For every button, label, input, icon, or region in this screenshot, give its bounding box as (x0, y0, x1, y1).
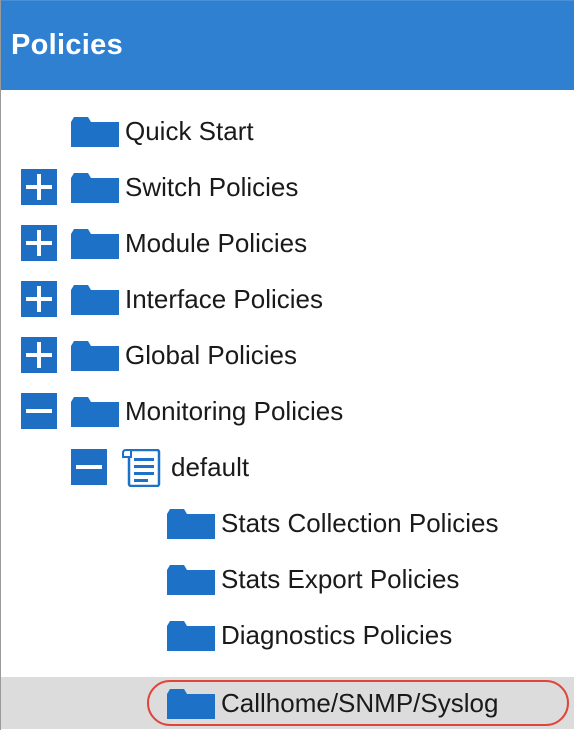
tree-item-monitoring-policies[interactable]: Monitoring Policies (1, 385, 574, 437)
tree-item-interface-policies[interactable]: Interface Policies (1, 273, 574, 325)
tree-item-label: Interface Policies (125, 284, 323, 314)
tree-item-label: Diagnostics Policies (221, 620, 453, 650)
folder-icon (71, 397, 119, 427)
tree-item-label: Quick Start (125, 116, 254, 146)
policies-panel: Policies Quick Start Switch Policies Mod… (0, 0, 574, 730)
folder-icon (167, 509, 215, 539)
expand-icon[interactable] (21, 281, 57, 317)
tree-item-label: default (171, 452, 250, 482)
panel-header: Policies (1, 0, 574, 90)
tree-item-label: Monitoring Policies (125, 396, 344, 426)
tree-item-default[interactable]: default (1, 441, 574, 493)
panel-title: Policies (11, 29, 124, 61)
tree-item-callhome-snmp-syslog[interactable]: Callhome/SNMP/Syslog (1, 677, 574, 729)
document-icon (122, 449, 161, 487)
tree-item-label: Switch Policies (125, 172, 299, 202)
tree-item-label: Stats Collection Policies (221, 508, 499, 538)
tree-item-quick-start[interactable]: Quick Start (1, 105, 574, 157)
expand-icon[interactable] (21, 225, 57, 261)
folder-icon (71, 117, 119, 147)
collapse-icon[interactable] (21, 393, 57, 429)
tree-item-module-policies[interactable]: Module Policies (1, 217, 574, 269)
folder-icon (71, 341, 119, 371)
tree-item-stats-export-policies[interactable]: Stats Export Policies (1, 553, 574, 605)
tree-item-label: Module Policies (125, 228, 308, 258)
folder-icon (167, 565, 215, 595)
folder-icon (167, 689, 215, 719)
tree-item-diagnostics-policies[interactable]: Diagnostics Policies (1, 609, 574, 661)
expand-icon[interactable] (21, 337, 57, 373)
folder-icon (71, 285, 119, 315)
tree-item-label: Stats Export Policies (221, 564, 460, 594)
collapse-icon[interactable] (71, 449, 107, 485)
expand-icon[interactable] (21, 169, 57, 205)
folder-icon (71, 229, 119, 259)
tree-item-switch-policies[interactable]: Switch Policies (1, 161, 574, 213)
tree-item-global-policies[interactable]: Global Policies (1, 329, 574, 381)
tree-item-label: Global Policies (125, 340, 297, 370)
tree-item-label: Callhome/SNMP/Syslog (221, 688, 499, 718)
folder-icon (71, 173, 119, 203)
tree-item-stats-collection-policies[interactable]: Stats Collection Policies (1, 497, 574, 549)
folder-icon (167, 621, 215, 651)
